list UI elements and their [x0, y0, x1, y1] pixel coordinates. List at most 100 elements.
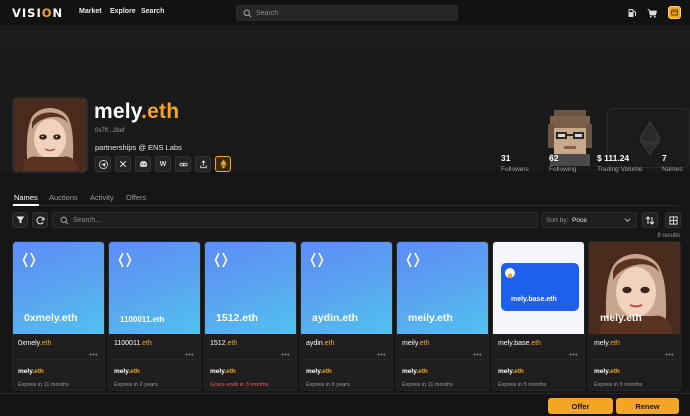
sort-select[interactable]: Sort by: Price: [541, 212, 637, 228]
name-card-image: 1512.eth: [205, 242, 296, 334]
name-card-title: mely.eth: [594, 340, 620, 347]
name-card[interactable]: 0xmely.eth 0xmely.eth ••• mely.eth Expir…: [12, 241, 105, 391]
stat-trading-volume: $ 111.24 Trading Volume: [597, 153, 643, 173]
names-search-box[interactable]: [52, 212, 538, 228]
more-options-icon[interactable]: •••: [281, 352, 290, 359]
refresh-icon: [35, 216, 44, 224]
discord-icon: [139, 161, 147, 167]
wallet-icon: [671, 9, 678, 16]
wallet-button[interactable]: [668, 6, 681, 19]
names-search-input[interactable]: [73, 215, 523, 226]
filter-button[interactable]: [12, 212, 28, 228]
card-divider: [114, 359, 195, 360]
more-options-icon[interactable]: •••: [665, 352, 674, 359]
card-divider: [402, 359, 483, 360]
renew-button[interactable]: Renew: [616, 398, 679, 414]
ens-logo-icon: [310, 252, 324, 268]
link-icon: [178, 162, 188, 166]
vision-logo[interactable]: VISION: [12, 6, 63, 20]
name-card-image-label: mely.eth: [600, 312, 642, 324]
name-card-image: mely.base.eth: [493, 242, 584, 334]
name-card-title: aydin.eth: [306, 340, 335, 347]
name-card-image-label: 0xmely.eth: [24, 312, 78, 324]
name-card-image: 0xmely.eth: [13, 242, 104, 334]
sort-direction-button[interactable]: [642, 212, 658, 228]
name-card-image-label: aydin.eth: [312, 312, 359, 324]
stat-following[interactable]: 62 Following: [549, 153, 576, 173]
name-card-image-label: meily.eth: [408, 312, 453, 324]
name-card-owner[interactable]: mely.eth: [402, 368, 428, 375]
more-options-icon[interactable]: •••: [89, 352, 98, 359]
name-card-title: 0xmely.eth: [18, 340, 52, 347]
ens-logo-icon: [118, 252, 132, 268]
profile-address[interactable]: 0x7ff...2bef: [95, 128, 125, 134]
share-icon: [199, 159, 207, 168]
sort-order-icon: [645, 215, 655, 225]
name-card-expiry: Expires in 5 months: [498, 382, 547, 388]
nav-link-search[interactable]: Search: [141, 8, 164, 15]
bulk-action-bar: Offer Renew: [0, 393, 690, 416]
basename-card: mely.base.eth: [501, 263, 579, 311]
grid-view-button[interactable]: [665, 212, 681, 228]
stat-followers[interactable]: 31 Followers: [501, 153, 529, 173]
more-options-icon[interactable]: •••: [569, 352, 578, 359]
ethereum-link[interactable]: [215, 156, 231, 172]
name-card-expiry: Expires in 11 months: [402, 382, 453, 388]
name-card[interactable]: mely.eth mely.eth ••• mely.eth Expires i…: [588, 241, 681, 391]
name-card-owner[interactable]: mely.eth: [498, 368, 524, 375]
card-divider: [306, 359, 387, 360]
name-card[interactable]: aydin.eth aydin.eth ••• mely.eth Expires…: [300, 241, 393, 391]
more-options-icon[interactable]: •••: [185, 352, 194, 359]
card-divider: [594, 359, 675, 360]
offer-button[interactable]: Offer: [548, 398, 613, 414]
name-card[interactable]: meily.eth meily.eth ••• mely.eth Expires…: [396, 241, 489, 391]
ethereum-icon: [220, 159, 226, 169]
name-card-owner[interactable]: mely.eth: [114, 368, 140, 375]
profile-avatar: [12, 97, 88, 173]
name-card-owner[interactable]: mely.eth: [306, 368, 332, 375]
gas-icon[interactable]: [626, 7, 638, 19]
nav-link-explore[interactable]: Explore: [110, 8, 136, 15]
top-search-input[interactable]: [256, 7, 446, 19]
name-card-image: aydin.eth: [301, 242, 392, 334]
name-card-title: mely.base.eth: [498, 340, 542, 347]
website-link[interactable]: [175, 156, 191, 172]
name-card[interactable]: mely.base.eth mely.base.eth ••• mely.eth…: [492, 241, 585, 391]
sort-label: Sort by:: [546, 217, 569, 224]
name-card[interactable]: 1512.eth 1512.eth ••• mely.eth Grace end…: [204, 241, 297, 391]
search-icon: [243, 9, 252, 18]
more-options-icon[interactable]: •••: [473, 352, 482, 359]
name-card-image: meily.eth: [397, 242, 488, 334]
name-card-expiry: Expires in 8 years: [306, 382, 350, 388]
tab-auctions[interactable]: Auctions: [49, 193, 78, 202]
tab-activity[interactable]: Activity: [90, 193, 114, 202]
ens-logo-icon: [406, 252, 420, 268]
x-link[interactable]: [115, 156, 131, 172]
ethereum-icon: [639, 121, 661, 155]
name-card-owner[interactable]: mely.eth: [18, 368, 44, 375]
results-count: 9 results: [657, 233, 680, 239]
basename-avatar-icon: [505, 268, 515, 278]
name-card-grace-period: Grace ends in 3 months: [210, 382, 269, 388]
nav-link-market[interactable]: Market: [79, 8, 102, 15]
tab-offers[interactable]: Offers: [126, 193, 146, 202]
name-card-owner[interactable]: mely.eth: [210, 368, 236, 375]
warpcast-icon: W: [159, 160, 167, 168]
tab-names[interactable]: Names: [14, 193, 38, 202]
name-card-owner[interactable]: mely.eth: [594, 368, 620, 375]
name-card[interactable]: 1100011.eth 1100011.eth ••• mely.eth Exp…: [108, 241, 201, 391]
top-search-box[interactable]: [236, 5, 458, 21]
top-nav: VISION Market Explore Search: [0, 0, 690, 26]
chevron-down-icon: [624, 218, 631, 222]
share-button[interactable]: [195, 156, 211, 172]
card-divider: [498, 359, 579, 360]
warpcast-link[interactable]: W: [155, 156, 171, 172]
more-options-icon[interactable]: •••: [377, 352, 386, 359]
discord-link[interactable]: [135, 156, 151, 172]
active-tab-indicator: [13, 204, 39, 206]
card-divider: [18, 359, 99, 360]
cart-icon[interactable]: [646, 7, 658, 19]
name-card-image-label: 1512.eth: [216, 312, 259, 324]
telegram-link[interactable]: [95, 156, 111, 172]
refresh-button[interactable]: [32, 212, 48, 228]
